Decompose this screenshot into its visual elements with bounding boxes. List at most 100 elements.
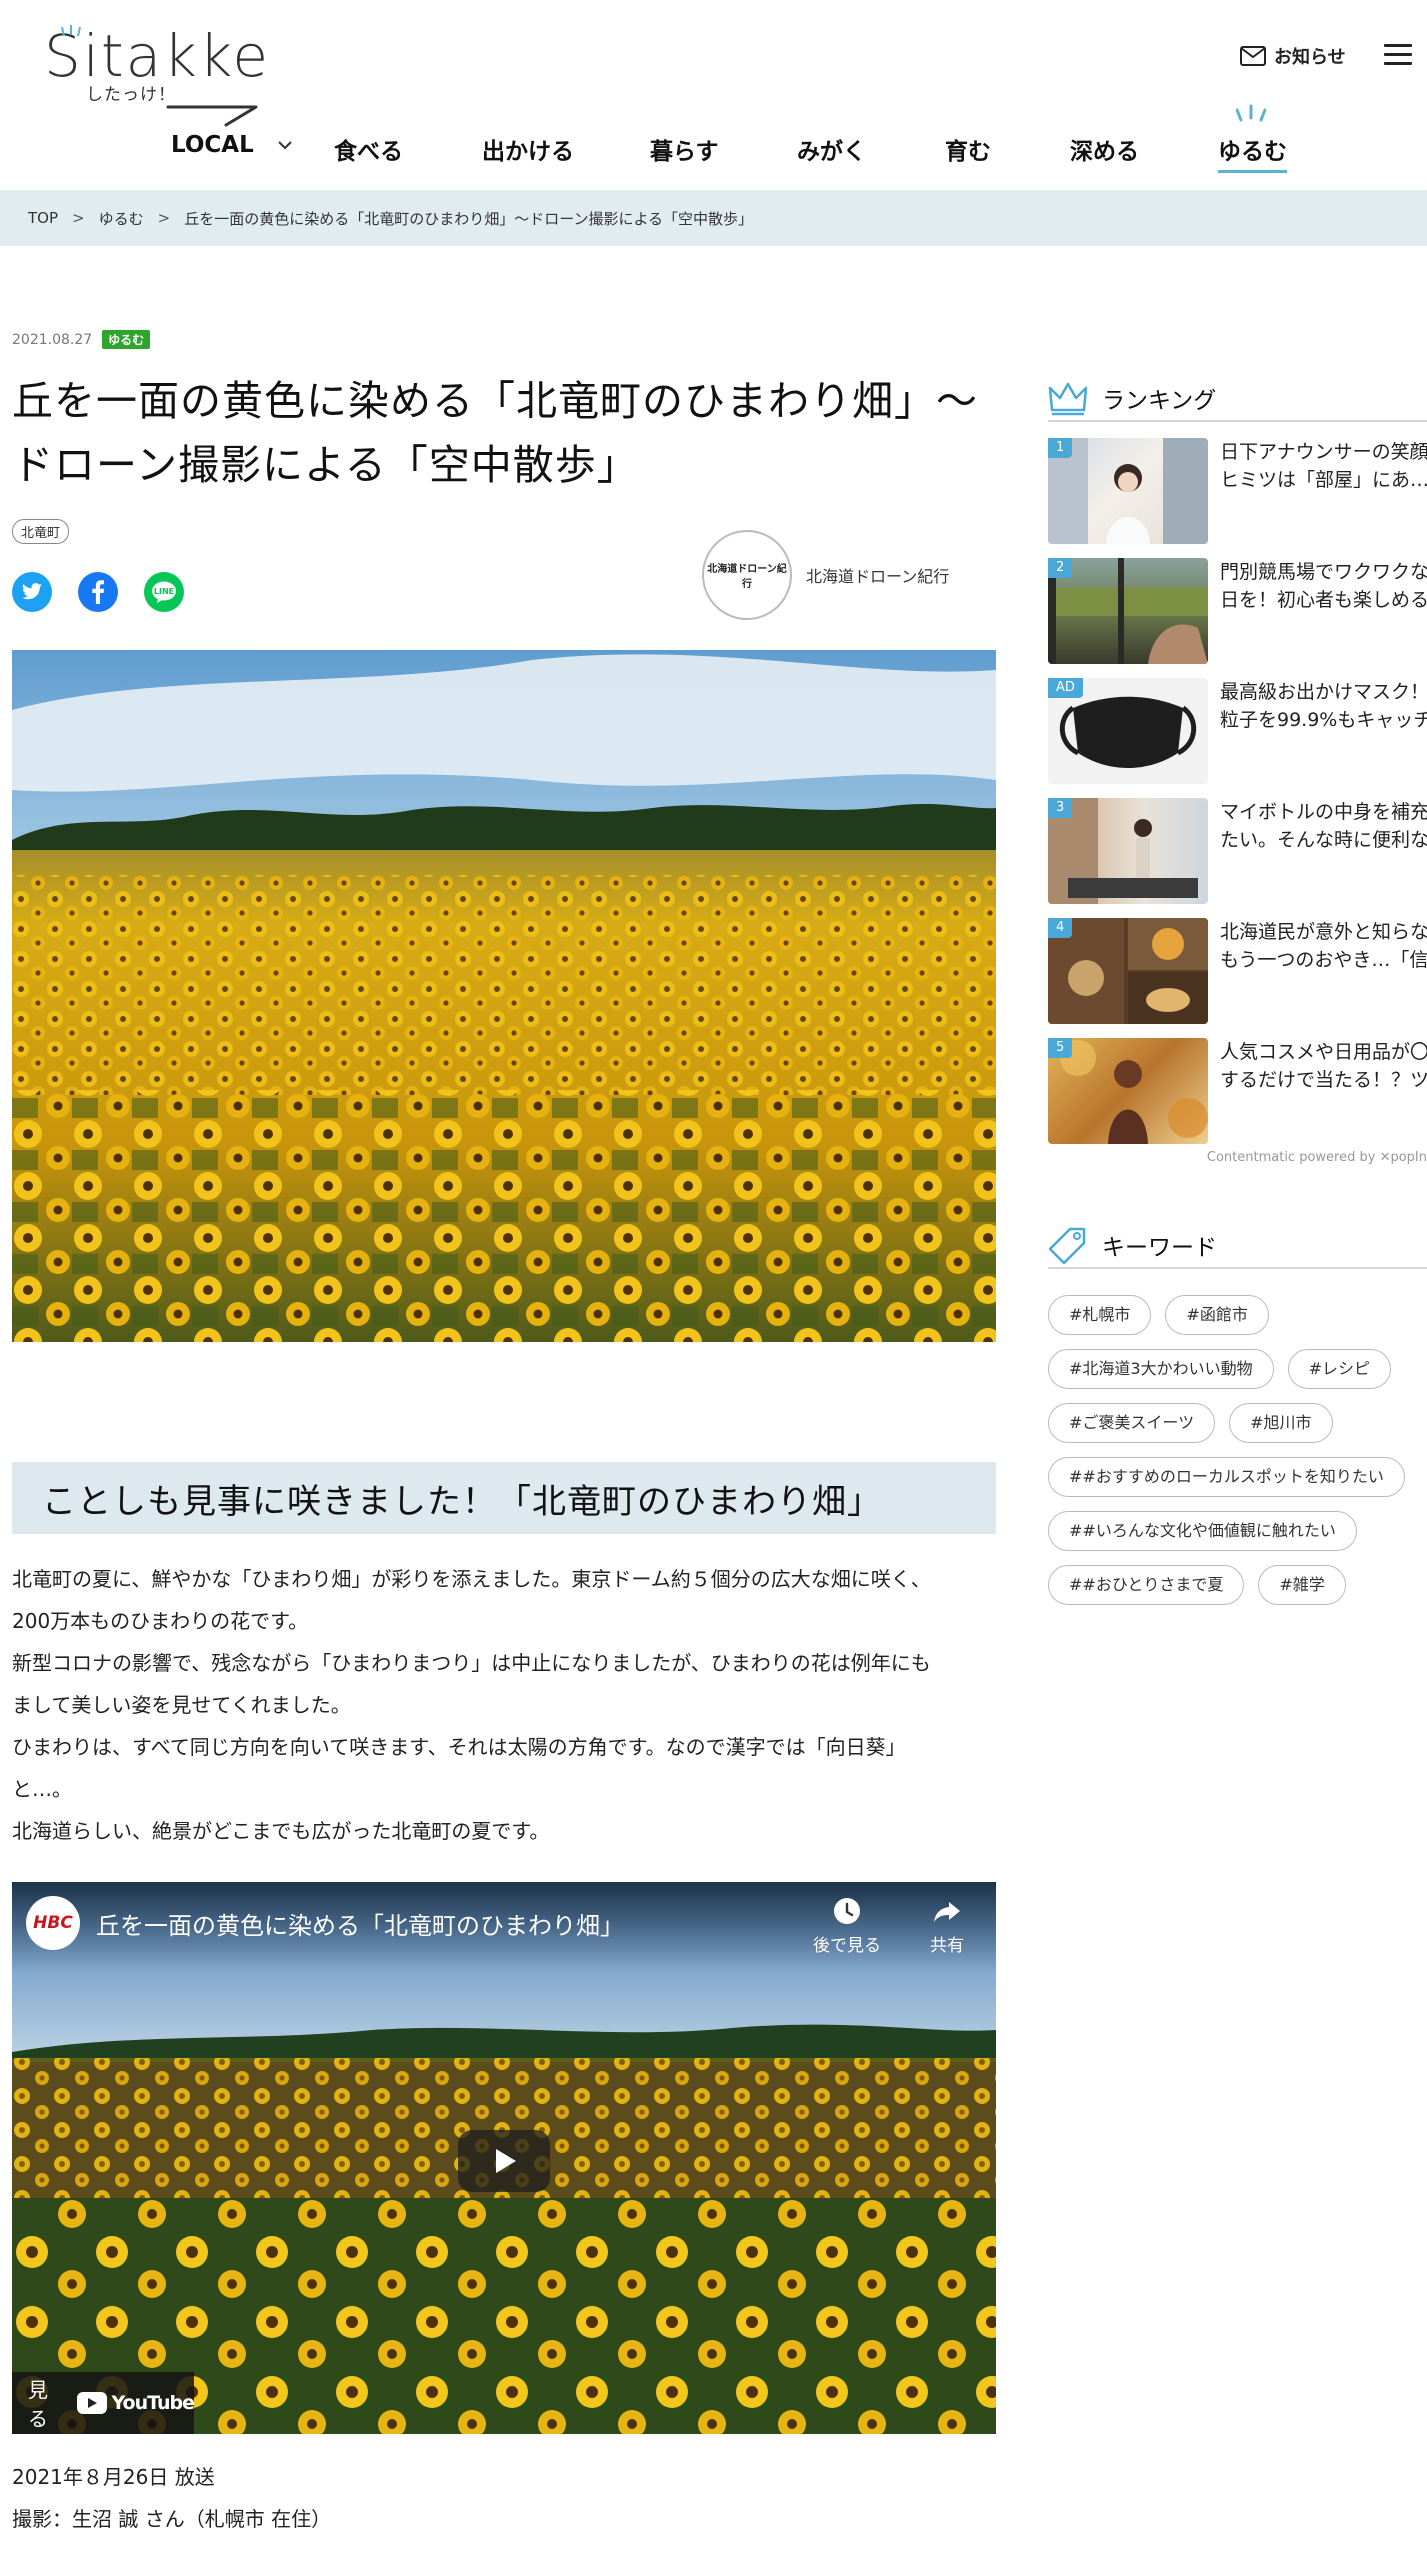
area-tag[interactable]: 北竜町 [12, 519, 70, 544]
author-block[interactable]: 北海道ドローン紀行 北海道ドローン紀行 [702, 530, 949, 620]
twitter-icon [22, 583, 42, 600]
rank-badge: 3 [1048, 798, 1073, 818]
ranking-item[interactable]: 4 北海道民が意外と知らな もう一つのおやき…「信… [1048, 918, 1427, 1038]
mail-icon [1240, 46, 1266, 66]
nav-item-hagukumu[interactable]: 育む [945, 132, 991, 166]
youtube-play-icon [76, 2392, 107, 2414]
body-paragraph: ひまわりは、すべて同じ方向を向いて咲きます、それは太陽の方角です。なので漢字では… [12, 1735, 906, 1759]
ranking-title: ランキング [1102, 388, 1217, 414]
author-name: 北海道ドローン紀行 [806, 567, 950, 586]
article-date: 2021.08.27 [12, 331, 93, 348]
channel-avatar[interactable]: HBC [26, 1896, 80, 1950]
breadcrumb: TOP > ゆるむ > 丘を一面の黄色に染める「北竜町のひまわり畑」〜ドローン撮… [0, 190, 1427, 246]
ranking-item[interactable]: 2 門別競馬場でワクワクな 日を！初心者も楽しめる [1048, 558, 1427, 678]
keyword-chip[interactable]: #ご褒美スイーツ [1048, 1403, 1216, 1443]
site-logo[interactable]: Sitakke したっけ！ [44, 22, 284, 127]
notice-link[interactable]: お知らせ [1240, 42, 1346, 70]
ranking-list: 1 日下アナウンサーの笑顔 ヒミツは「部屋」にあ… 2 門別競馬場でワクワクな … [1048, 438, 1427, 1158]
ad-badge: AD [1048, 678, 1083, 698]
ranking-header: ランキング [1048, 380, 1427, 422]
keyword-chip[interactable]: #札幌市 [1048, 1295, 1152, 1335]
hero-image [12, 650, 996, 1342]
main-nav: LOCAL 食べる 出かける 暮らす みがく 育む 深める ゆるむ [0, 120, 1427, 180]
keyword-chip[interactable]: #函館市 [1165, 1295, 1269, 1335]
keyword-chip[interactable]: ##おひとりさまで夏 [1048, 1565, 1245, 1605]
breadcrumb-top[interactable]: TOP [28, 209, 58, 227]
ranking-item[interactable]: 3 マイボトルの中身を補充 たい。そんな時に便利な [1048, 798, 1427, 918]
chevron-down-icon[interactable] [278, 140, 292, 150]
keyword-chip[interactable]: ##いろんな文化や価値観に触れたい [1048, 1511, 1357, 1551]
keyword-chip[interactable]: #北海道3大かわいい動物 [1048, 1349, 1274, 1389]
ranking-line: 北海道民が意外と知らな [1220, 921, 1427, 943]
ranking-line: ヒミツは「部屋」にあ… [1220, 469, 1427, 491]
keyword-header: キーワード [1048, 1227, 1427, 1269]
nav-item-local[interactable]: LOCAL [171, 132, 254, 158]
share-video-button[interactable]: 共有 [902, 1896, 992, 1956]
nav-item-yurumu[interactable]: ゆるむ [1218, 132, 1287, 173]
facebook-share-button[interactable] [78, 572, 118, 612]
rank-badge: 4 [1048, 918, 1073, 938]
ranking-title-text: マイボトルの中身を補充 たい。そんな時に便利な [1220, 798, 1427, 854]
share-buttons: LINE [12, 572, 184, 612]
sunflower-field-image [12, 650, 996, 1342]
keyword-chip[interactable]: #レシピ [1287, 1349, 1392, 1389]
youtube-embed[interactable]: HBC 丘を一面の黄色に染める「北竜町のひまわり畑」 後で見る 共有 見る Yo… [12, 1882, 996, 2434]
menu-icon[interactable] [1384, 44, 1412, 66]
keyword-title: キーワード [1102, 1235, 1217, 1261]
svg-text:LINE: LINE [154, 587, 174, 596]
nav-item-fukameru[interactable]: 深める [1070, 132, 1139, 166]
section-heading: ことしも見事に咲きました！「北竜町のひまわり畑」 [12, 1462, 996, 1534]
nav-item-dekakeru[interactable]: 出かける [482, 132, 574, 166]
caption-line: 2021年８月26日 放送 [12, 2465, 215, 2489]
article-title-line1: 丘を一面の黄色に染める「北竜町のひまわり畑」〜 [12, 377, 978, 425]
line-share-button[interactable]: LINE [144, 572, 184, 612]
notice-label: お知らせ [1274, 47, 1346, 68]
nav-item-kurasu[interactable]: 暮らす [650, 132, 719, 166]
keyword-chip[interactable]: #旭川市 [1229, 1403, 1333, 1443]
active-rays-icon [1236, 104, 1266, 122]
watch-later-label: 後で見る [813, 1936, 881, 1956]
share-arrow-icon [934, 1902, 960, 1922]
ranking-title-text: 門別競馬場でワクワクな 日を！初心者も楽しめる [1220, 558, 1427, 614]
rank-badge: 2 [1048, 558, 1073, 578]
play-button[interactable] [458, 2130, 550, 2192]
rank-badge: 1 [1048, 438, 1073, 458]
category-badge[interactable]: ゆるむ [102, 330, 151, 349]
nav-item-migaku[interactable]: みがく [797, 132, 866, 166]
video-title[interactable]: 丘を一面の黄色に染める「北竜町のひまわり畑」 [96, 1906, 624, 1941]
sidebar: ランキング 1 日下アナウンサーの笑顔 ヒミツは「部屋」にあ… 2 門別競馬場で… [1048, 380, 1427, 1605]
ranking-line: 門別競馬場でワクワクな [1220, 561, 1427, 583]
ranking-line: 日を！初心者も楽しめる [1220, 589, 1427, 611]
body-paragraph: 新型コロナの影響で、残念ながら「ひまわりまつり」は中止になりましたが、ひまわりの… [12, 1651, 931, 1675]
caption-line: 撮影：生沼 誠 さん（札幌市 在住） [12, 2507, 332, 2531]
ranking-item[interactable]: 1 日下アナウンサーの笑顔 ヒミツは「部屋」にあ… [1048, 438, 1427, 558]
ranking-line: 人気コスメや日用品が〇 [1220, 1041, 1427, 1063]
facebook-icon [92, 580, 105, 604]
keyword-chip[interactable]: #雑学 [1258, 1565, 1346, 1605]
body-paragraph: 北海道らしい、絶景がどこまでも広がった北竜町の夏です。 [12, 1819, 550, 1843]
breadcrumb-separator: > [72, 209, 85, 227]
site-header: Sitakke したっけ！ お知らせ LOCAL 食べる 出かける 暮らす みが… [0, 0, 1427, 190]
body-paragraph: 200万本ものひまわりの花です。 [12, 1609, 309, 1633]
ranking-title-text: 最高級お出かけマスク！ 粒子を99.9%もキャッチ [1220, 678, 1427, 734]
body-paragraph: まして美しい姿を見せてくれました。 [12, 1693, 351, 1717]
twitter-share-button[interactable] [12, 572, 52, 612]
ranking-item[interactable]: AD 最高級お出かけマスク！ 粒子を99.9%もキャッチ [1048, 678, 1427, 798]
nav-item-taberu[interactable]: 食べる [334, 132, 403, 166]
keyword-chip[interactable]: ##おすすめのローカルスポットを知りたい [1048, 1457, 1405, 1497]
ranking-title-text: 日下アナウンサーの笑顔 ヒミツは「部屋」にあ… [1220, 438, 1427, 494]
logo-accent-icon [61, 25, 81, 37]
youtube-wordmark: YouTube [111, 2392, 195, 2414]
breadcrumb-category[interactable]: ゆるむ [99, 208, 144, 229]
ranking-line: するだけで当たる！？ツ… [1220, 1069, 1427, 1091]
watch-on-youtube-button[interactable]: 見る YouTube [12, 2372, 195, 2434]
breadcrumb-current: 丘を一面の黄色に染める「北竜町のひまわり畑」〜ドローン撮影による「空中散歩」 [184, 209, 753, 228]
youtube-logo: YouTube [76, 2392, 195, 2414]
tag-icon [1048, 1227, 1086, 1265]
watch-later-button[interactable]: 後で見る [802, 1896, 892, 1956]
ranking-title-text: 人気コスメや日用品が〇 するだけで当たる！？ツ… [1220, 1038, 1427, 1094]
ranking-item[interactable]: 5 人気コスメや日用品が〇 するだけで当たる！？ツ… [1048, 1038, 1427, 1158]
body-paragraph: 北竜町の夏に、鮮やかな「ひまわり畑」が彩りを添えました。東京ドーム約５個分の広大… [12, 1567, 931, 1591]
ranking-line: 日下アナウンサーの笑顔 [1220, 441, 1427, 463]
crown-icon [1048, 382, 1088, 416]
